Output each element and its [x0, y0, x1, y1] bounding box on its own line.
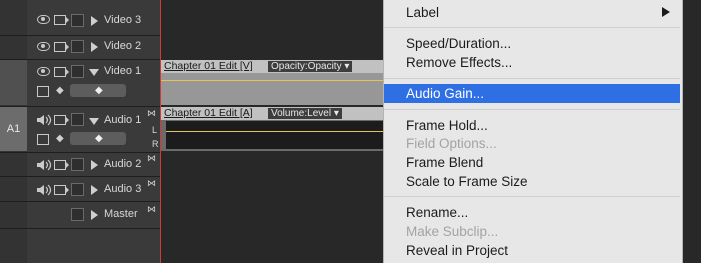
context-menu: Label Speed/Duration... Remove Effects..… [383, 0, 683, 263]
menu-item-text: Label [406, 5, 440, 20]
effect-dropdown[interactable]: Volume:Level ▾ [268, 108, 342, 119]
keyframe-display-icon[interactable] [37, 134, 49, 145]
effect-label: Opacity:Opacity [271, 61, 342, 72]
eye-icon[interactable] [37, 15, 50, 24]
stereo-icon: ⋈ [147, 204, 156, 214]
track-name: Video 3 [104, 14, 142, 26]
chevron-down-icon: ▾ [333, 108, 339, 119]
menu-item-reveal-in-project[interactable]: Reveal in Project [384, 241, 680, 260]
speaker-icon[interactable] [36, 184, 52, 196]
video1-target-area [0, 60, 27, 105]
effect-label: Volume:Level [271, 108, 332, 119]
clip-title[interactable]: Chapter 01 Edit [V] [164, 60, 253, 72]
lock-toggle[interactable] [71, 113, 84, 126]
chevron-down-icon: ▾ [344, 61, 350, 72]
film-icon[interactable] [54, 42, 69, 52]
film-icon[interactable] [54, 15, 69, 25]
menu-item-scale-to-frame-size[interactable]: Scale to Frame Size [384, 172, 680, 191]
menu-item-frame-hold[interactable]: Frame Hold... [384, 116, 680, 135]
menu-item-remove-effects[interactable]: Remove Effects... [384, 53, 680, 72]
stereo-icon: ⋈ [147, 108, 156, 118]
lock-toggle[interactable] [71, 40, 84, 53]
menu-item-speed-duration[interactable]: Speed/Duration... [384, 34, 680, 53]
expand-triangle-icon[interactable] [91, 210, 98, 220]
track-name: Audio 1 [104, 114, 142, 126]
effect-dropdown[interactable]: Opacity:Opacity ▾ [268, 61, 353, 72]
menu-separator [384, 27, 680, 28]
eye-icon[interactable] [37, 67, 50, 76]
expand-triangle-icon[interactable] [91, 160, 98, 170]
clip-body [161, 73, 387, 105]
menu-item-label[interactable]: Label [384, 3, 680, 22]
keyframe-display-icon[interactable] [37, 86, 49, 97]
stereo-icon: ⋈ [147, 178, 156, 188]
speaker-icon[interactable] [36, 159, 52, 171]
add-keyframe-icon[interactable]: ◆ [95, 85, 103, 96]
volume-rubber-band[interactable] [166, 131, 387, 132]
film-icon[interactable] [54, 185, 69, 195]
track-name: Audio 3 [104, 183, 142, 195]
stereo-icon: ⋈ [147, 153, 156, 163]
menu-separator [384, 109, 680, 110]
menu-separator [384, 196, 680, 197]
expand-triangle-icon[interactable] [91, 185, 98, 195]
speaker-icon[interactable] [36, 114, 52, 126]
menu-item-field-options: Field Options... [406, 136, 497, 151]
opacity-rubber-band[interactable] [161, 80, 387, 81]
lock-toggle[interactable] [71, 65, 84, 78]
waveform-area [166, 121, 387, 149]
film-icon[interactable] [54, 160, 69, 170]
track-name: Video 2 [104, 40, 142, 52]
menu-item-rename[interactable]: Rename... [384, 203, 680, 222]
lock-toggle[interactable] [71, 208, 84, 221]
track-name: Master [104, 208, 138, 220]
collapse-triangle-icon[interactable] [89, 69, 99, 76]
film-icon[interactable] [54, 115, 69, 125]
playhead[interactable] [160, 0, 161, 263]
menu-item-audio-gain[interactable]: Audio Gain... [384, 84, 680, 103]
collapse-triangle-icon[interactable] [89, 118, 99, 125]
menu-item-make-subclip: Make Subclip... [406, 224, 499, 239]
submenu-arrow-icon [662, 7, 670, 17]
lock-toggle[interactable] [71, 14, 84, 27]
expand-triangle-icon[interactable] [91, 42, 98, 52]
clip-title[interactable]: Chapter 01 Edit [A] [164, 107, 253, 119]
clip-header: Chapter 01 Edit [A] Volume:Level ▾ [161, 107, 387, 120]
keyframe-nav-icon[interactable]: ◆ [56, 85, 64, 96]
keyframe-nav-icon[interactable]: ◆ [56, 133, 64, 144]
right-channel-label: R [152, 139, 159, 149]
menu-item-frame-blend[interactable]: Frame Blend [384, 153, 680, 172]
track-name: Audio 2 [104, 158, 142, 170]
audio1-target-badge[interactable]: A1 [0, 107, 27, 151]
add-keyframe-icon[interactable]: ◆ [95, 133, 103, 144]
video-clip[interactable]: Chapter 01 Edit [V] Opacity:Opacity ▾ [161, 60, 387, 105]
film-icon[interactable] [54, 67, 69, 77]
clip-header: Chapter 01 Edit [V] Opacity:Opacity ▾ [161, 60, 387, 73]
track-name: Video 1 [104, 65, 142, 77]
menu-separator [384, 78, 680, 79]
audio-clip[interactable]: Chapter 01 Edit [A] Volume:Level ▾ [161, 107, 387, 151]
expand-triangle-icon[interactable] [91, 16, 98, 26]
left-channel-label: L [152, 125, 158, 135]
lock-toggle[interactable] [71, 158, 84, 171]
eye-icon[interactable] [37, 42, 50, 51]
lock-toggle[interactable] [71, 183, 84, 196]
